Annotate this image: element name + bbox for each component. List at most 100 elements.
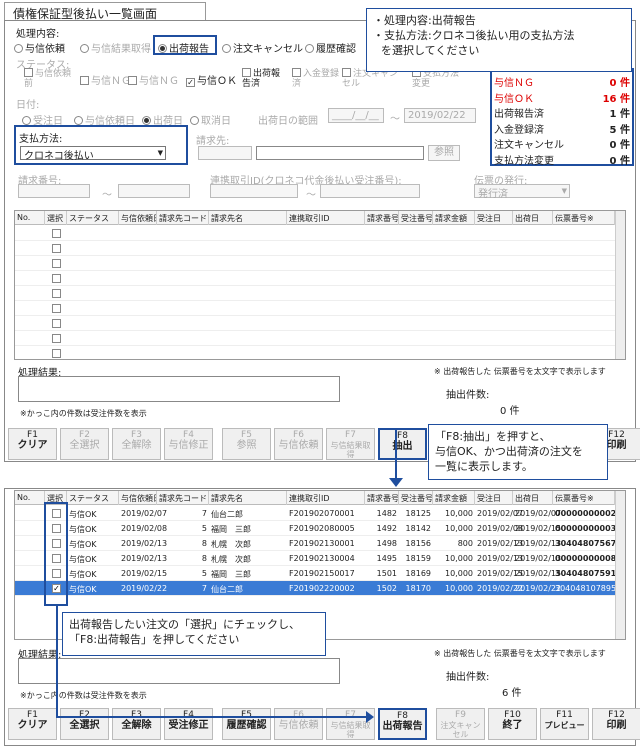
pay-label: 支払方法: xyxy=(19,134,63,145)
refid-to[interactable] xyxy=(320,184,420,198)
fkey-f4-button[interactable]: F4 受注修正 xyxy=(164,708,213,740)
cell-bill-code: 8 xyxy=(201,554,207,563)
cell-status: 与信OK xyxy=(69,525,97,534)
fkey-f1-button[interactable]: F1 クリア xyxy=(8,428,57,460)
column-header[interactable]: ステータス xyxy=(67,211,119,225)
table-row[interactable]: 与信OK 2019/02/07 7 仙台二郎 F201902070001 1482 1812… xyxy=(15,506,622,521)
fkey-f12-button[interactable]: F12 印刷 xyxy=(592,708,640,740)
status-shipped[interactable]: 出荷報告済 xyxy=(242,68,286,89)
column-header[interactable]: 出荷日 xyxy=(513,211,553,225)
row-checkbox[interactable] xyxy=(52,274,61,283)
fkey-f8-button[interactable]: F8 抽出 xyxy=(378,428,427,460)
fkey-f2-button[interactable]: F2 全選択 xyxy=(60,708,109,740)
column-header[interactable]: 受注番号 xyxy=(399,491,433,505)
cell-bill-code: 7 xyxy=(201,584,207,593)
refid-tilde: 〜 xyxy=(306,190,316,201)
column-header[interactable]: 請求先名 xyxy=(209,211,287,225)
row-checkbox[interactable] xyxy=(52,229,61,238)
status-credit-before[interactable]: 与信依頼前 xyxy=(24,68,78,89)
column-header[interactable]: 請求番号 xyxy=(365,491,399,505)
column-header[interactable]: No. xyxy=(15,491,45,505)
column-header[interactable]: 受注日 xyxy=(475,491,513,505)
note-bold-bottom: ※ 出荷報告した 伝票番号を太文字で表示します xyxy=(434,649,606,658)
date-from-input[interactable]: ____/__/__ xyxy=(328,108,384,123)
column-header[interactable]: 選択 xyxy=(45,211,67,225)
date-to-input[interactable]: 2019/02/22 xyxy=(404,108,476,123)
column-header[interactable]: 伝票番号※ xyxy=(553,211,615,225)
column-header[interactable]: 出荷日 xyxy=(513,491,553,505)
column-header[interactable]: 連携取引ID xyxy=(287,491,365,505)
column-header[interactable]: 受注番号 xyxy=(399,211,433,225)
bill-code-input[interactable] xyxy=(198,146,252,160)
column-header[interactable]: 与信依頼日 xyxy=(119,211,157,225)
result-box-bottom xyxy=(18,658,340,684)
column-header[interactable]: 請求番号 xyxy=(365,211,399,225)
cell-ref-id: F201902220002 xyxy=(289,584,355,593)
column-header[interactable]: 連携取引ID xyxy=(287,211,365,225)
status-credit-ng2[interactable]: 与信ＮＧ xyxy=(128,72,179,87)
row-checkbox[interactable] xyxy=(52,259,61,268)
billno-to[interactable] xyxy=(118,184,190,198)
billno-tilde: 〜 xyxy=(102,190,112,201)
fkey-f5-button[interactable]: F5 履歴確認 xyxy=(222,708,271,740)
column-header[interactable]: 受注日 xyxy=(475,211,513,225)
refid-from[interactable] xyxy=(210,184,298,198)
bill-name-input[interactable] xyxy=(256,146,424,160)
fkey-f10-button[interactable]: F10 終了 xyxy=(488,708,537,740)
column-header[interactable]: No. xyxy=(15,211,45,225)
column-header[interactable]: 請求金額 xyxy=(433,211,475,225)
cell-order-no: 18169 xyxy=(405,569,431,578)
table-row xyxy=(15,331,615,346)
status-paid[interactable]: 入金登録済 xyxy=(292,68,340,89)
slip-select[interactable]: 発行済 ▼ xyxy=(474,184,570,200)
row-checkbox[interactable] xyxy=(52,244,61,253)
column-header[interactable]: 伝票番号※ xyxy=(553,491,615,505)
proc-opt-order-cancel[interactable]: 注文キャンセル xyxy=(222,40,303,55)
count-value: 5 件 xyxy=(609,124,630,136)
column-header[interactable]: 請求先コード xyxy=(157,211,209,225)
cell-credit-date: 2019/02/08 xyxy=(121,524,168,533)
proc-opt-shipping-report[interactable]: 出荷報告 xyxy=(158,40,209,55)
cell-status: 与信OK xyxy=(69,585,97,594)
column-header[interactable]: 請求先コード xyxy=(157,491,209,505)
row-checkbox[interactable] xyxy=(52,319,61,328)
proc-opt-credit-request[interactable]: 与信依頼 xyxy=(14,40,65,55)
status-credit-ng[interactable]: 与信ＮＧ xyxy=(80,72,131,87)
cell-ship-date: 2019/02/13 xyxy=(515,554,562,563)
table-row[interactable]: ✓ 与信OK 2019/02/22 7 仙台二郎 F201902220002 1502 181… xyxy=(15,581,616,596)
column-header[interactable]: 請求先名 xyxy=(209,491,287,505)
fkey-f3-button[interactable]: F3 全解除 xyxy=(112,708,161,740)
column-header[interactable]: ステータス xyxy=(67,491,119,505)
proc-opt-history[interactable]: 履歴確認 xyxy=(305,40,356,55)
status-credit-ok[interactable]: ✓ 与信ＯＫ xyxy=(186,72,237,87)
cell-bill-code: 5 xyxy=(201,569,207,578)
fkey-label: 全選択 xyxy=(69,720,100,731)
table-row[interactable]: 与信OK 2019/02/13 8 札幌 次郎 F201902130004 1495 181… xyxy=(15,551,622,566)
ref-button[interactable]: 参照 xyxy=(428,145,460,161)
cell-ref-id: F201902070001 xyxy=(289,509,355,518)
row-checkbox[interactable] xyxy=(52,289,61,298)
count-value: 0 件 xyxy=(609,155,630,167)
column-header[interactable]: 請求金額 xyxy=(433,491,475,505)
fkey-f1-button[interactable]: F1 クリア xyxy=(8,708,57,740)
table-row[interactable]: 与信OK 2019/02/08 5 福岡 三郎 F201902080005 1492 181… xyxy=(15,521,622,536)
pay-select[interactable]: クロネコ後払い ▼ xyxy=(20,146,166,162)
fkey-label: 与信結果取得 xyxy=(330,441,371,459)
column-header[interactable]: 与信依頼日 xyxy=(119,491,157,505)
row-checkbox[interactable] xyxy=(52,304,61,313)
chevron-down-icon: ▼ xyxy=(157,149,163,157)
proc-opt-credit-result[interactable]: 与信結果取得 xyxy=(80,40,151,55)
fkey-label: 全選択 xyxy=(69,440,100,451)
row-checkbox[interactable] xyxy=(52,334,61,343)
top-scrollbar[interactable] xyxy=(615,211,625,359)
billno-from[interactable] xyxy=(18,184,90,198)
extract-label-bottom: 抽出件数: xyxy=(446,672,490,683)
bottom-scrollbar[interactable] xyxy=(615,491,625,639)
table-row[interactable]: 与信OK 2019/02/13 8 札幌 次郎 F201902130001 1498 181… xyxy=(15,536,622,551)
cell-status: 与信OK xyxy=(69,540,97,549)
fkey-f8-button[interactable]: F8 出荷報告 xyxy=(378,708,427,740)
table-row[interactable]: 与信OK 2019/02/15 5 福岡 三郎 F201902150017 1501 181… xyxy=(15,566,622,581)
row-checkbox[interactable] xyxy=(52,349,61,358)
fkey-f11-button[interactable]: F11 プレビュー xyxy=(540,708,589,740)
date-opt-cancel[interactable]: 取消日 xyxy=(190,112,231,127)
